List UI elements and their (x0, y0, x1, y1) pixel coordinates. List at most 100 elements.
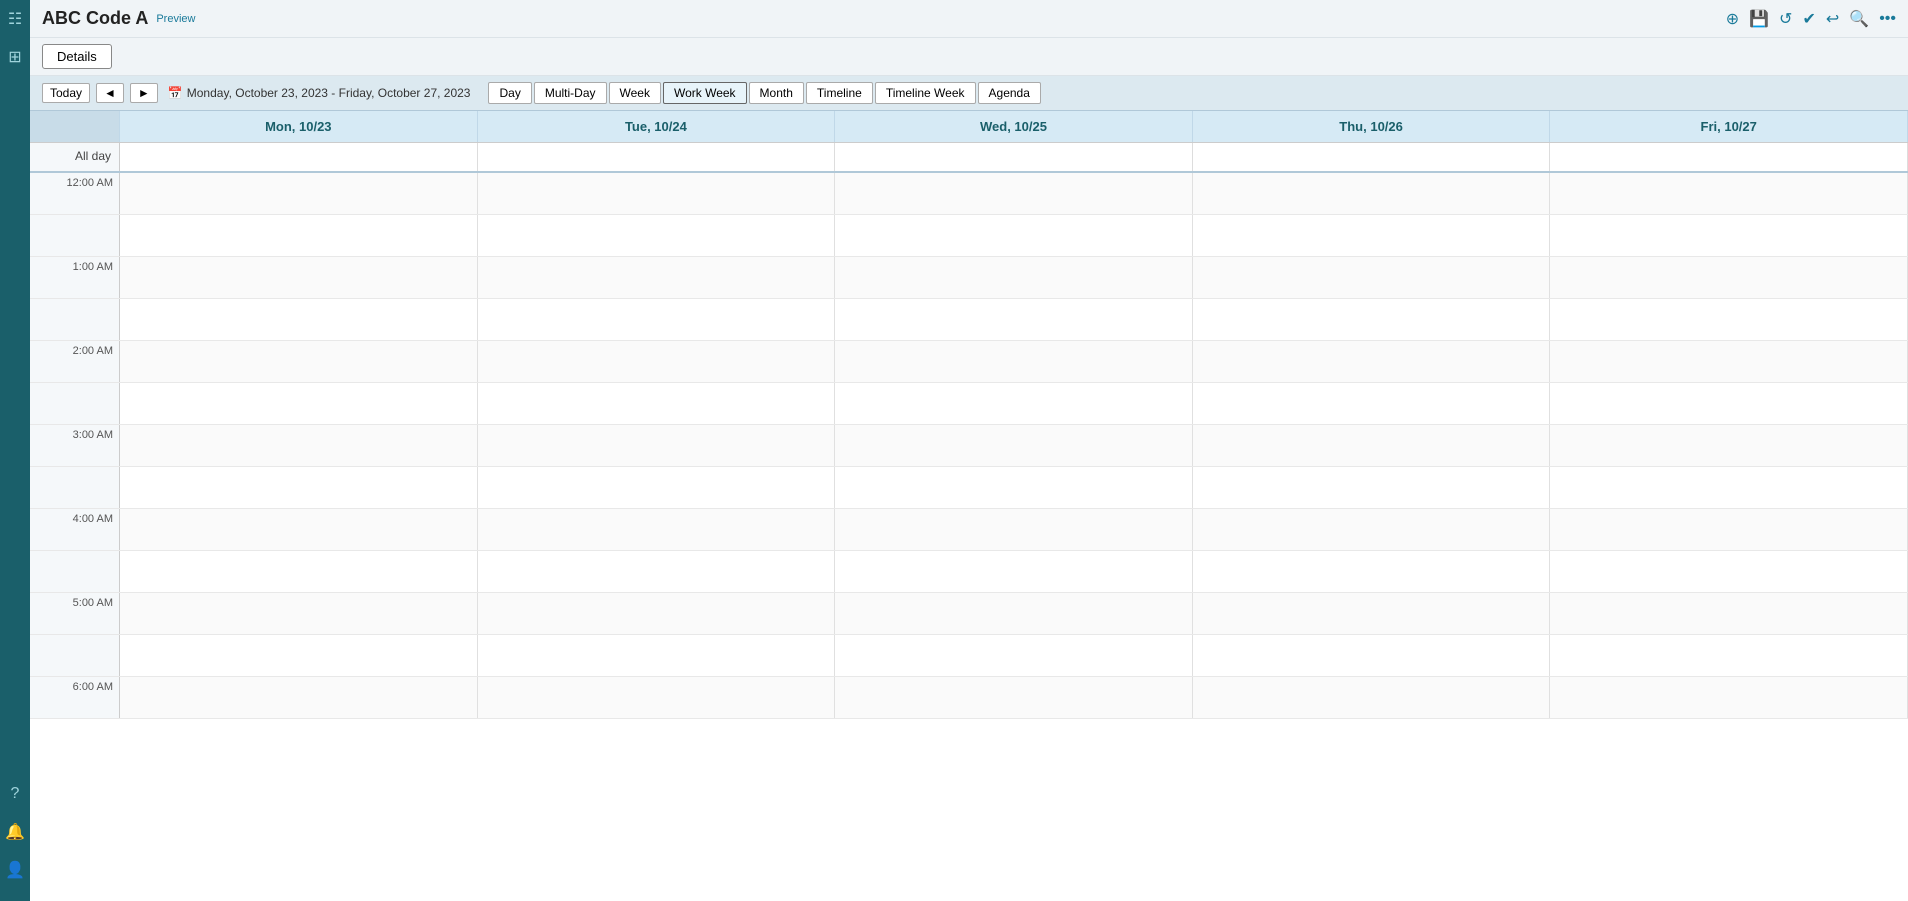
allday-mon[interactable] (120, 143, 478, 171)
cell-mon-230am[interactable] (120, 383, 478, 424)
cell-tue-300am[interactable] (478, 425, 836, 466)
time-label-200am: 2:00 AM (30, 341, 120, 382)
cell-tue-330am[interactable] (478, 467, 836, 508)
cell-tue-100am[interactable] (478, 257, 836, 298)
cell-thu-330am[interactable] (1193, 467, 1551, 508)
details-button[interactable]: Details (42, 44, 112, 69)
prev-button[interactable]: ◄ (96, 83, 124, 103)
cell-mon-600am[interactable] (120, 677, 478, 718)
cell-tue-500am[interactable] (478, 593, 836, 634)
cell-fri-300am[interactable] (1550, 425, 1908, 466)
cell-mon-400am[interactable] (120, 509, 478, 550)
cell-tue-600am[interactable] (478, 677, 836, 718)
cell-wed-1200am[interactable] (835, 173, 1193, 214)
undo-icon[interactable]: ↩ (1826, 9, 1839, 29)
cell-fri-330am[interactable] (1550, 467, 1908, 508)
cell-wed-400am[interactable] (835, 509, 1193, 550)
view-tab-week[interactable]: Week (609, 82, 661, 104)
cell-thu-300am[interactable] (1193, 425, 1551, 466)
cell-fri-600am[interactable] (1550, 677, 1908, 718)
cell-fri-1200am[interactable] (1550, 173, 1908, 214)
check-icon[interactable]: ✔ (1802, 9, 1815, 29)
cell-fri-1230am[interactable] (1550, 215, 1908, 256)
cell-fri-430am[interactable] (1550, 551, 1908, 592)
allday-thu[interactable] (1193, 143, 1551, 171)
cell-wed-530am[interactable] (835, 635, 1193, 676)
refresh-icon[interactable]: ↺ (1779, 9, 1792, 29)
sidebar-icon-menu[interactable]: ☷ (4, 8, 26, 30)
cell-tue-200am[interactable] (478, 341, 836, 382)
allday-wed[interactable] (835, 143, 1193, 171)
cell-mon-100am[interactable] (120, 257, 478, 298)
cell-tue-230am[interactable] (478, 383, 836, 424)
sidebar-icon-grid[interactable]: ⊞ (4, 46, 26, 68)
cell-thu-1200am[interactable] (1193, 173, 1551, 214)
cell-mon-500am[interactable] (120, 593, 478, 634)
cell-wed-300am[interactable] (835, 425, 1193, 466)
allday-tue[interactable] (478, 143, 836, 171)
cell-fri-530am[interactable] (1550, 635, 1908, 676)
view-tab-day[interactable]: Day (488, 82, 531, 104)
cell-mon-200am[interactable] (120, 341, 478, 382)
cell-tue-430am[interactable] (478, 551, 836, 592)
header-wed: Wed, 10/25 (835, 111, 1193, 142)
cell-wed-230am[interactable] (835, 383, 1193, 424)
cell-tue-130am[interactable] (478, 299, 836, 340)
cell-thu-100am[interactable] (1193, 257, 1551, 298)
allday-fri[interactable] (1550, 143, 1908, 171)
add-icon[interactable]: ⊕ (1726, 9, 1739, 29)
view-tab-timeline[interactable]: Timeline (806, 82, 873, 104)
cell-wed-330am[interactable] (835, 467, 1193, 508)
view-tab-month[interactable]: Month (749, 82, 804, 104)
cell-fri-400am[interactable] (1550, 509, 1908, 550)
cell-tue-530am[interactable] (478, 635, 836, 676)
cell-thu-600am[interactable] (1193, 677, 1551, 718)
cell-mon-1230am[interactable] (120, 215, 478, 256)
cell-thu-200am[interactable] (1193, 341, 1551, 382)
cell-thu-1230am[interactable] (1193, 215, 1551, 256)
cell-tue-1230am[interactable] (478, 215, 836, 256)
cell-wed-100am[interactable] (835, 257, 1193, 298)
cell-wed-130am[interactable] (835, 299, 1193, 340)
cell-wed-1230am[interactable] (835, 215, 1193, 256)
cell-mon-1200am[interactable] (120, 173, 478, 214)
next-button[interactable]: ► (130, 83, 158, 103)
cell-tue-1200am[interactable] (478, 173, 836, 214)
search-icon[interactable]: 🔍 (1849, 9, 1869, 29)
cell-wed-430am[interactable] (835, 551, 1193, 592)
cell-thu-500am[interactable] (1193, 593, 1551, 634)
cell-thu-230am[interactable] (1193, 383, 1551, 424)
cell-wed-500am[interactable] (835, 593, 1193, 634)
cell-mon-430am[interactable] (120, 551, 478, 592)
more-icon[interactable]: ••• (1879, 10, 1896, 28)
save-icon[interactable]: 💾 (1749, 9, 1769, 29)
view-tab-multiday[interactable]: Multi-Day (534, 82, 607, 104)
cell-fri-200am[interactable] (1550, 341, 1908, 382)
cell-tue-400am[interactable] (478, 509, 836, 550)
cell-thu-130am[interactable] (1193, 299, 1551, 340)
today-button[interactable]: Today (42, 83, 90, 103)
cell-fri-500am[interactable] (1550, 593, 1908, 634)
sidebar-icon-user[interactable]: 👤 (4, 859, 26, 881)
cell-thu-430am[interactable] (1193, 551, 1551, 592)
cell-mon-300am[interactable] (120, 425, 478, 466)
cell-mon-130am[interactable] (120, 299, 478, 340)
cell-mon-330am[interactable] (120, 467, 478, 508)
view-tab-agenda[interactable]: Agenda (978, 82, 1041, 104)
cell-fri-230am[interactable] (1550, 383, 1908, 424)
calendar-icon: 📅 (168, 86, 183, 100)
view-tab-workweek[interactable]: Work Week (663, 82, 747, 104)
view-tab-timeline-week[interactable]: Timeline Week (875, 82, 976, 104)
topbar: ABC Code A Preview ⊕ 💾 ↺ ✔ ↩ 🔍 ••• (30, 0, 1908, 38)
sidebar-icon-bell[interactable]: 🔔 (4, 821, 26, 843)
cell-wed-600am[interactable] (835, 677, 1193, 718)
cell-fri-100am[interactable] (1550, 257, 1908, 298)
sidebar-icon-help[interactable]: ? (4, 783, 26, 805)
time-row-600am: 6:00 AM (30, 677, 1908, 719)
cell-thu-400am[interactable] (1193, 509, 1551, 550)
cell-thu-530am[interactable] (1193, 635, 1551, 676)
cell-mon-530am[interactable] (120, 635, 478, 676)
time-row-230am (30, 383, 1908, 425)
cell-fri-130am[interactable] (1550, 299, 1908, 340)
cell-wed-200am[interactable] (835, 341, 1193, 382)
